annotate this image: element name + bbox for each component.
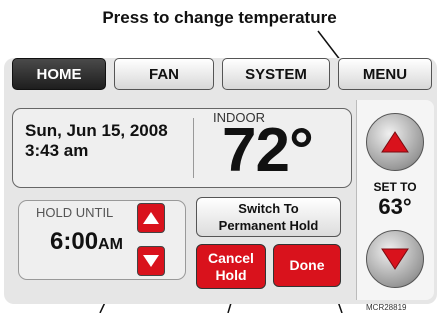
figure-code: MCR28819	[366, 303, 407, 312]
done-button[interactable]: Done	[273, 244, 341, 287]
cancel-hold-line1: Cancel	[208, 249, 254, 266]
cancel-hold-line2: Hold	[215, 266, 247, 283]
cancel-hold-button[interactable]: Cancel Hold	[196, 244, 266, 289]
tab-home[interactable]: HOME	[12, 58, 106, 90]
hold-until-label: HOLD UNTIL	[36, 205, 114, 220]
permanent-hold-line2: Permanent Hold	[218, 218, 319, 233]
info-divider	[193, 118, 194, 178]
hold-time-down-button[interactable]	[137, 246, 165, 276]
indoor-temperature: 72°	[222, 116, 314, 185]
hold-until-time: 6:00AM	[50, 228, 123, 256]
permanent-hold-line1: Switch To	[238, 201, 299, 216]
hold-time-value: 6:00	[50, 228, 99, 255]
temp-up-button[interactable]	[366, 113, 424, 171]
tab-fan[interactable]: FAN	[114, 58, 214, 90]
arrow-up-icon	[143, 212, 159, 224]
hold-ampm: AM	[98, 236, 123, 253]
tab-system[interactable]: SYSTEM	[222, 58, 330, 90]
temp-down-button[interactable]	[366, 230, 424, 288]
current-time: 3:43 am	[25, 141, 89, 160]
tab-menu[interactable]: MENU	[338, 58, 432, 90]
set-to-label: SET TO	[373, 180, 417, 194]
permanent-hold-button[interactable]: Switch To Permanent Hold	[196, 197, 341, 237]
arrow-down-icon	[143, 255, 159, 267]
set-to-value: 63°	[378, 194, 412, 219]
hold-time-up-button[interactable]	[137, 203, 165, 233]
current-date: Sun, Jun 15, 2008	[25, 121, 168, 140]
arrow-down-icon	[381, 248, 409, 270]
arrow-up-icon	[381, 131, 409, 153]
